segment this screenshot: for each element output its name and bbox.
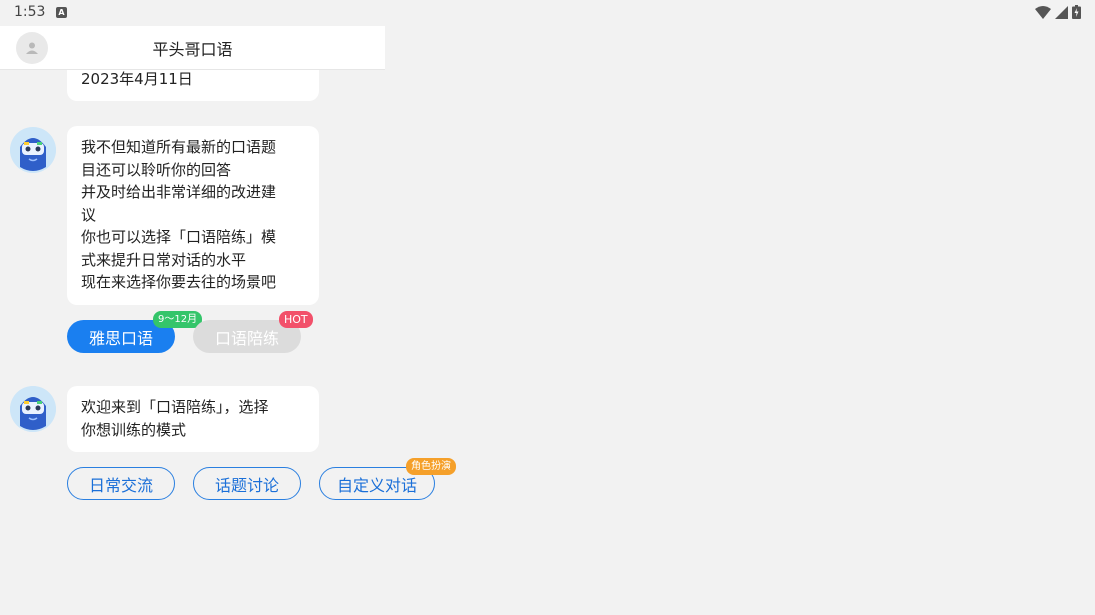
hot-badge: HOT <box>279 311 313 328</box>
bot-avatar <box>10 127 56 173</box>
month-badge: 9～12月 <box>153 311 203 328</box>
date-text: 2023年4月11日 <box>81 70 193 88</box>
robot-mascot-icon <box>10 127 56 173</box>
message-line: 欢迎来到「口语陪练」，选择 <box>81 398 269 416</box>
ielts-speaking-label: 雅思口语 <box>88 328 153 348</box>
message-line: 目还可以聆听你的回答 <box>81 160 232 179</box>
topic-discussion-label: 话题讨论 <box>214 475 279 495</box>
message-line: 我不但知道所有最新的口语题 <box>81 138 277 156</box>
status-icons <box>1035 5 1081 19</box>
daily-conversation-button[interactable]: 日常交流 <box>67 467 175 500</box>
daily-conversation-label: 日常交流 <box>88 475 153 495</box>
status-bar: 1:53 A <box>0 0 1095 26</box>
message-line: 议 <box>81 205 97 224</box>
message-line: 你也可以选择「口语陪练」模 <box>81 228 277 246</box>
message-line: 并及时给出非常详细的改进建 <box>81 183 277 201</box>
intro-message-bubble: 我不但知道所有最新的口语题 目还可以聆听你的回答 并及时给出非常详细的改进建 议… <box>67 126 319 305</box>
notification-icon: A <box>56 7 67 18</box>
topic-discussion-button[interactable]: 话题讨论 <box>193 467 301 500</box>
bot-avatar <box>10 386 56 432</box>
welcome-message-bubble: 欢迎来到「口语陪练」，选择 你想训练的模式 <box>67 386 319 452</box>
page-title: 平头哥口语 <box>152 40 233 59</box>
signal-icon <box>1055 5 1068 19</box>
message-line: 现在来选择你要去往的场景吧 <box>81 273 277 291</box>
custom-dialogue-label: 自定义对话 <box>336 475 417 495</box>
app-header: 平头哥口语 <box>0 26 385 70</box>
speaking-practice-label: 口语陪练 <box>214 328 279 348</box>
status-time: 1:53 <box>14 4 46 20</box>
battery-icon <box>1072 5 1081 19</box>
role-play-badge: 角色扮演 <box>406 458 456 475</box>
robot-mascot-icon <box>10 386 56 432</box>
wifi-icon <box>1035 5 1051 19</box>
message-line: 你想训练的模式 <box>81 420 187 439</box>
message-line: 式来提升日常对话的水平 <box>81 250 247 269</box>
